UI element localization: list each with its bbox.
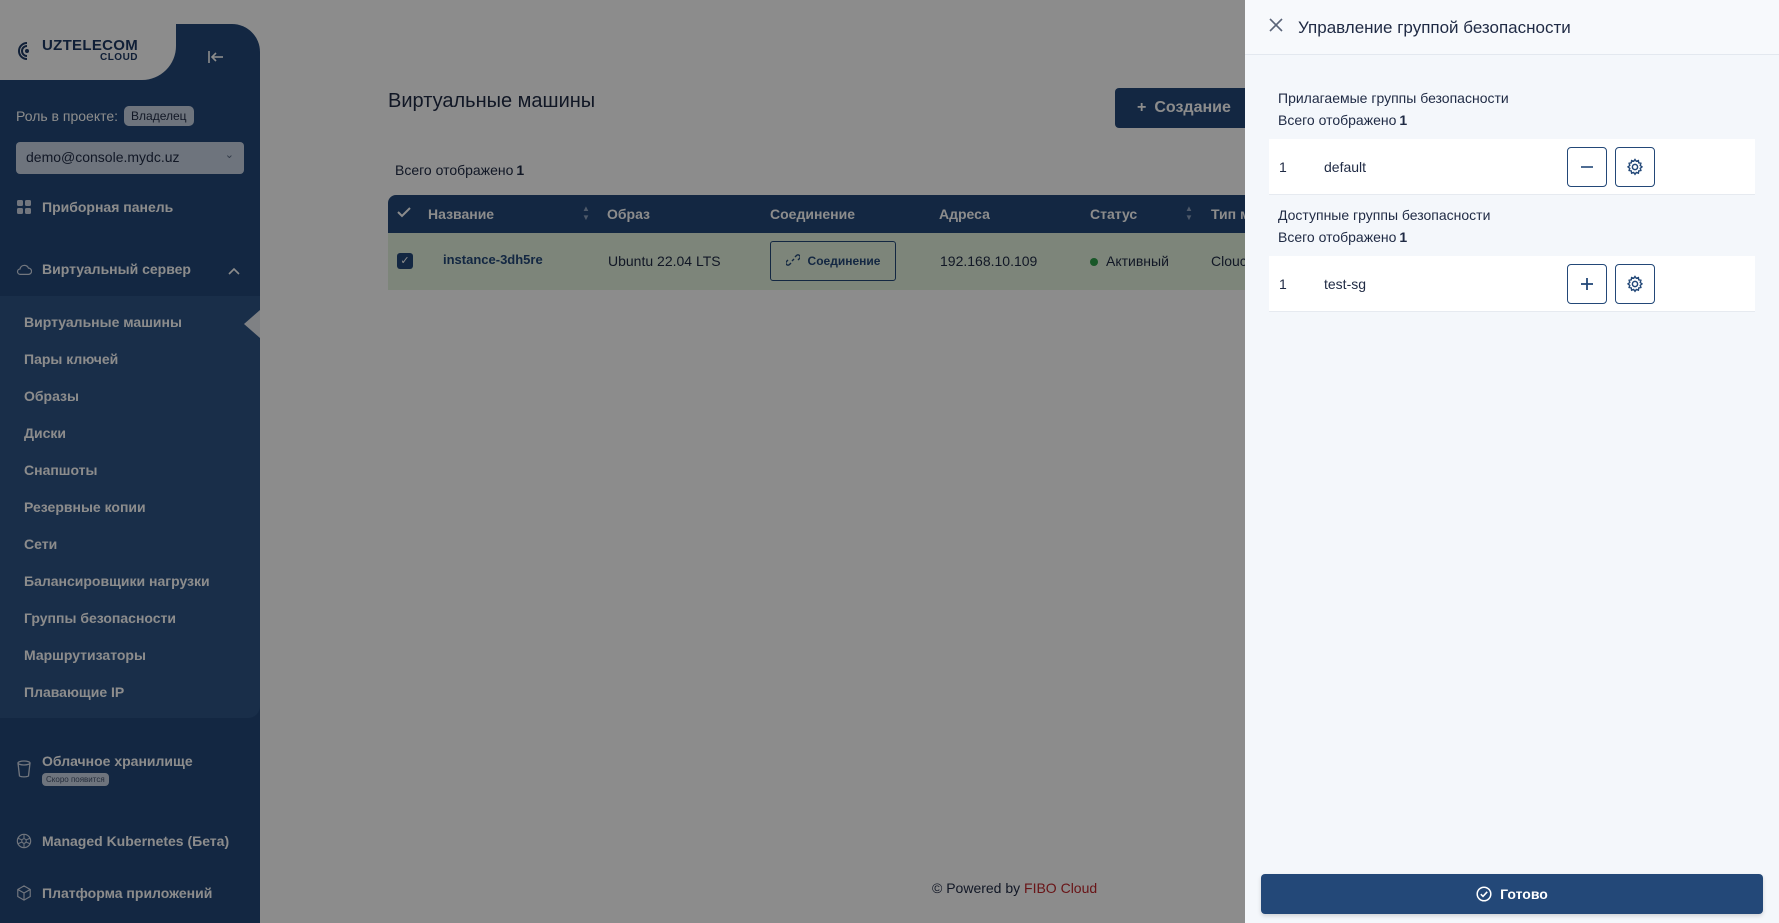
security-group-name: test-sg — [1324, 276, 1367, 292]
drawer-title: Управление группой безопасности — [1298, 18, 1571, 37]
total-count: 1 — [1399, 229, 1408, 245]
done-button-label: Готово — [1500, 886, 1548, 902]
modal-backdrop[interactable] — [0, 0, 1245, 923]
plus-icon — [1581, 278, 1593, 290]
security-group-name: default — [1324, 159, 1367, 175]
total-label: Всего отображено — [1278, 112, 1397, 128]
minus-icon — [1581, 166, 1593, 168]
attached-groups-total: Всего отображено 1 — [1278, 112, 1407, 128]
group-settings-button[interactable] — [1615, 264, 1655, 304]
group-settings-button[interactable] — [1615, 147, 1655, 187]
available-group-row: 1 test-sg — [1269, 256, 1755, 312]
gear-icon — [1626, 158, 1644, 176]
drawer-header: Управление группой безопасности — [1245, 0, 1779, 55]
done-button[interactable]: Готово — [1261, 874, 1763, 914]
available-groups-title: Доступные группы безопасности — [1278, 207, 1491, 223]
available-groups-total: Всего отображено 1 — [1278, 229, 1407, 245]
row-number: 1 — [1279, 276, 1287, 292]
total-label: Всего отображено — [1278, 229, 1397, 245]
gear-icon — [1626, 275, 1644, 293]
attached-group-row: 1 default — [1269, 139, 1755, 195]
detach-group-button[interactable] — [1567, 147, 1607, 187]
attach-group-button[interactable] — [1567, 264, 1607, 304]
row-number: 1 — [1279, 159, 1287, 175]
attached-groups-title: Прилагаемые группы безопасности — [1278, 90, 1509, 106]
security-group-drawer: Управление группой безопасности Прилагае… — [1245, 0, 1779, 923]
close-icon[interactable] — [1269, 16, 1283, 37]
check-circle-icon — [1476, 886, 1492, 902]
total-count: 1 — [1399, 112, 1408, 128]
